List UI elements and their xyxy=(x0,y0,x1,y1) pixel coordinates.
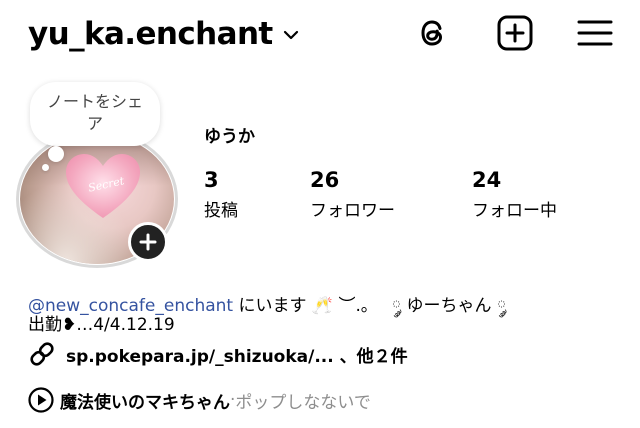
bio-link-text[interactable]: sp.pokepara.jp/_shizuoka/... 、他２件 xyxy=(66,342,408,367)
music-title: 魔法使いのマキちゃん xyxy=(60,392,230,413)
profile-username[interactable]: yu_ka.enchant xyxy=(28,14,273,54)
following-label[interactable]: フォロー中 xyxy=(472,196,557,221)
play-circle-icon xyxy=(28,387,54,413)
chevron-down-icon[interactable] xyxy=(282,26,300,44)
music-subtitle: ポップしなないで xyxy=(235,392,371,413)
note-text-line1: ノートをシェ xyxy=(46,92,143,111)
following-count[interactable]: 24 xyxy=(472,168,501,192)
followers-label[interactable]: フォロワー xyxy=(310,196,395,221)
followers-count[interactable]: 26 xyxy=(310,168,339,192)
note-bubble-tail xyxy=(48,146,64,162)
link-icon xyxy=(30,342,54,366)
bio-link[interactable]: sp.pokepara.jp/_shizuoka/... 、他２件 xyxy=(28,340,408,368)
note-text-line2: ア xyxy=(86,114,103,133)
bio-line-1-text: にいます 🥂 ︶.｡ ༘ ゆーちゃん ༘ xyxy=(233,296,507,316)
note-bubble[interactable]: ノートをシェ ア xyxy=(30,82,160,146)
plus-icon xyxy=(139,233,157,251)
menu-icon[interactable] xyxy=(576,14,614,52)
bio-line-2: 出勤❥…4/4.12.19 xyxy=(28,315,175,335)
posts-count[interactable]: 3 xyxy=(204,168,219,192)
posts-label[interactable]: 投稿 xyxy=(204,196,238,221)
threads-icon[interactable] xyxy=(414,14,452,52)
create-plus-icon[interactable] xyxy=(496,14,534,52)
note-bubble-tail-small xyxy=(42,164,49,171)
add-story-button[interactable] xyxy=(128,222,168,262)
display-name: ゆうか xyxy=(204,127,255,147)
profile-music[interactable]: 魔法使いのマキちゃん · ポップしなないで xyxy=(28,386,371,414)
